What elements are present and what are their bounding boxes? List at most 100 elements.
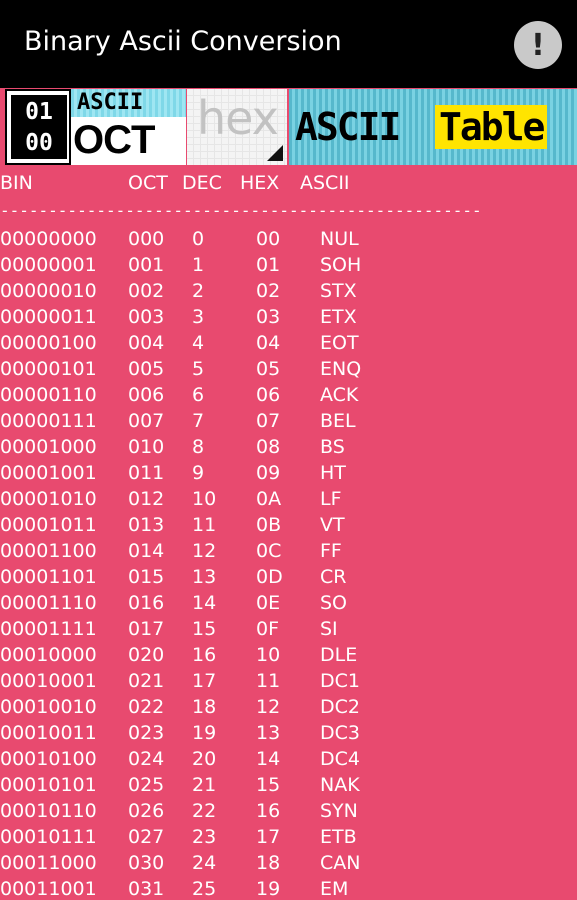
dec-cell: 4 — [192, 332, 205, 354]
hex-cell: 02 — [256, 280, 281, 302]
table-row: 00010101 025 21 15 NAK — [0, 772, 577, 798]
table-row: 00001100 014 12 0C FF — [0, 538, 577, 564]
bin-cell: 00001010 — [0, 488, 97, 510]
dec-cell: 19 — [192, 722, 217, 744]
table-row: 00001010 012 10 0A LF — [0, 486, 577, 512]
bin-cell: 00001011 — [0, 514, 97, 536]
dec-cell: 7 — [192, 410, 205, 432]
info-button[interactable]: ! — [514, 21, 562, 69]
oct-label: OCT — [73, 118, 155, 162]
table-row: 00001110 016 14 0E SO — [0, 590, 577, 616]
hex-cell: 0A — [256, 488, 282, 510]
table-row: 00000011 003 3 03 ETX — [0, 304, 577, 330]
bin-cell: 00000000 — [0, 228, 97, 250]
bin-cell: 00000001 — [0, 254, 97, 276]
ascii-cell: CR — [320, 566, 347, 588]
table-row: 00010100 024 20 14 DC4 — [0, 746, 577, 772]
ascii-cell: NUL — [320, 228, 359, 250]
hex-cell: 09 — [256, 462, 281, 484]
header-dec: DEC — [182, 172, 222, 194]
dec-cell: 1 — [192, 254, 205, 276]
table-word-label: Table — [435, 105, 548, 149]
header-ascii: ASCII — [300, 172, 350, 194]
dec-cell: 25 — [192, 878, 217, 900]
ascii-word-label: ASCII — [295, 105, 401, 149]
ascii-cell: EM — [320, 878, 349, 900]
ascii-cell: FF — [320, 540, 342, 562]
exclamation-icon: ! — [531, 27, 545, 63]
ascii-cell: VT — [320, 514, 345, 536]
oct-cell: 022 — [128, 696, 165, 718]
header-divider: ----------------------------------------… — [0, 201, 480, 220]
bin-cell: 00001110 — [0, 592, 97, 614]
bin-cell: 00001101 — [0, 566, 97, 588]
dec-cell: 10 — [192, 488, 217, 510]
ascii-cell: NAK — [320, 774, 360, 796]
ascii-table[interactable]: BIN OCT DEC HEX ASCII ------------------… — [0, 166, 577, 900]
header-oct: OCT — [128, 172, 168, 194]
hex-cell: 05 — [256, 358, 281, 380]
hex-cell: 0F — [256, 618, 280, 640]
ascii-cell: CAN — [320, 852, 361, 874]
hex-banner-tile: hex — [187, 89, 287, 165]
hex-cell: 0D — [256, 566, 283, 588]
ascii-cell: DC1 — [320, 670, 360, 692]
oct-cell: 021 — [128, 670, 165, 692]
binary-banner-tile: 01 00 — [5, 89, 71, 165]
bin-cell: 00001111 — [0, 618, 97, 640]
hex-cell: 07 — [256, 410, 281, 432]
oct-cell: 012 — [128, 488, 165, 510]
oct-cell: 027 — [128, 826, 165, 848]
oct-cell: 011 — [128, 462, 165, 484]
banner: 01 00 ASCII OCT hex ASCII Table — [0, 88, 577, 166]
ascii-cell: DC3 — [320, 722, 360, 744]
table-header: BIN OCT DEC HEX ASCII — [0, 170, 577, 196]
bin-cell: 00010110 — [0, 800, 97, 822]
bin-cell: 00010001 — [0, 670, 97, 692]
table-body: 00000000 000 0 00 NUL 00000001 001 1 01 SOH 000000… — [0, 226, 577, 900]
oct-cell: 026 — [128, 800, 165, 822]
ascii-cell: ENQ — [320, 358, 362, 380]
bin-cell: 00001000 — [0, 436, 97, 458]
oct-cell: 020 — [128, 644, 165, 666]
table-row: 00001111 017 15 0F SI — [0, 616, 577, 642]
oct-cell: 006 — [128, 384, 165, 406]
bin-cell: 00000100 — [0, 332, 97, 354]
hex-cell: 15 — [256, 774, 281, 796]
oct-cell: 031 — [128, 878, 165, 900]
ascii-cell: LF — [320, 488, 342, 510]
oct-cell: 001 — [128, 254, 165, 276]
hex-cell: 04 — [256, 332, 281, 354]
binary-digits-bottom: 00 — [25, 130, 53, 156]
bin-cell: 00010100 — [0, 748, 97, 770]
dec-cell: 18 — [192, 696, 217, 718]
oct-cell: 010 — [128, 436, 165, 458]
oct-cell: 030 — [128, 852, 165, 874]
bin-cell: 00010101 — [0, 774, 97, 796]
corner-arrow-icon — [267, 145, 283, 161]
hex-cell: 08 — [256, 436, 281, 458]
hex-cell: 01 — [256, 254, 281, 276]
binary-digits-top: 01 — [25, 99, 53, 125]
table-row: 00010110 026 22 16 SYN — [0, 798, 577, 824]
hex-cell: 06 — [256, 384, 281, 406]
app-bar: Binary Ascii Conversion ! — [0, 0, 577, 88]
table-row: 00010011 023 19 13 DC3 — [0, 720, 577, 746]
oct-cell: 013 — [128, 514, 165, 536]
hex-cell: 13 — [256, 722, 281, 744]
ascii-cell: SI — [320, 618, 338, 640]
hex-cell: 12 — [256, 696, 281, 718]
ascii-cell: BEL — [320, 410, 356, 432]
ascii-cell: BS — [320, 436, 345, 458]
bin-cell: 00000011 — [0, 306, 97, 328]
bin-cell: 00000110 — [0, 384, 97, 406]
dec-cell: 6 — [192, 384, 205, 406]
table-row: 00001101 015 13 0D CR — [0, 564, 577, 590]
header-hex: HEX — [240, 172, 280, 194]
bin-cell: 00011001 — [0, 878, 97, 900]
dec-cell: 5 — [192, 358, 205, 380]
hex-cell: 10 — [256, 644, 281, 666]
table-row: 00000110 006 6 06 ACK — [0, 382, 577, 408]
oct-cell: 007 — [128, 410, 165, 432]
dec-cell: 23 — [192, 826, 217, 848]
